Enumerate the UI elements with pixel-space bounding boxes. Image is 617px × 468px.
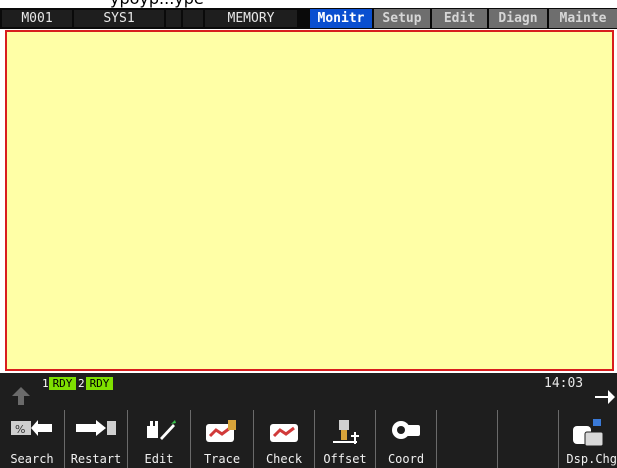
fkey-empty-8[interactable] bbox=[437, 410, 497, 468]
search-arrow-icon: % bbox=[10, 418, 54, 442]
fkey-check-label: Check bbox=[265, 452, 303, 466]
fkey-edit-label: Edit bbox=[144, 452, 174, 466]
tab-maintenance[interactable]: Mainte bbox=[549, 9, 617, 28]
tool-offset-icon bbox=[329, 418, 361, 450]
tab-setup[interactable]: Setup bbox=[374, 9, 430, 28]
ready-2-badge: RDY bbox=[86, 377, 113, 390]
display-change-icon bbox=[571, 418, 605, 452]
trace-tool-icon bbox=[204, 418, 240, 450]
coordinate-icon bbox=[390, 418, 422, 446]
fkey-search[interactable]: % Search bbox=[0, 410, 64, 468]
fkey-empty-9[interactable] bbox=[498, 410, 558, 468]
tab-monitor[interactable]: Monitr bbox=[310, 9, 372, 28]
fkey-trace[interactable]: Trace bbox=[191, 410, 253, 468]
up-arrow-icon[interactable] bbox=[10, 386, 32, 410]
machine-name: M001 bbox=[2, 10, 72, 27]
fkey-restart-label: Restart bbox=[70, 452, 122, 466]
ready-2-number: 2 bbox=[78, 377, 85, 390]
fkey-coord-label: Coord bbox=[387, 452, 425, 466]
top-strip-text: ypоyp...ype bbox=[110, 0, 204, 7]
fkey-offset-label: Offset bbox=[323, 452, 367, 466]
fkey-coord[interactable]: Coord bbox=[376, 410, 436, 468]
fkey-display-change-label: Dsp.Chg bbox=[566, 452, 617, 466]
check-tool-icon bbox=[268, 418, 300, 450]
svg-text:%: % bbox=[15, 423, 25, 436]
operation-mode: MEMORY bbox=[205, 10, 297, 27]
tab-diagnosis[interactable]: Diagn bbox=[489, 9, 547, 28]
fkey-offset[interactable]: Offset bbox=[315, 410, 375, 468]
fkey-display-change[interactable]: Dsp.Chg bbox=[559, 410, 617, 468]
restart-arrow-icon bbox=[74, 418, 118, 442]
top-strip: ypоyp...ype bbox=[0, 0, 617, 8]
system-name: SYS1 bbox=[74, 10, 164, 27]
status-bar: M001 SYS1 MEMORY Monitr Setup Edit Diagn… bbox=[0, 8, 617, 29]
main-display-panel bbox=[5, 30, 614, 371]
status-slot-1 bbox=[166, 10, 181, 27]
ready-1-badge: RDY bbox=[49, 377, 76, 390]
status-slot-2 bbox=[183, 10, 203, 27]
fkey-restart[interactable]: Restart bbox=[65, 410, 127, 468]
fkey-search-label: Search bbox=[10, 452, 54, 466]
right-arrow-icon[interactable] bbox=[594, 388, 616, 410]
hand-edit-icon bbox=[141, 418, 177, 446]
clock: 14:03 bbox=[544, 376, 584, 391]
fkey-trace-label: Trace bbox=[203, 452, 241, 466]
ready-1-number: 1 bbox=[42, 377, 49, 390]
fkey-edit[interactable]: Edit bbox=[128, 410, 190, 468]
fkey-check[interactable]: Check bbox=[254, 410, 314, 468]
tab-edit[interactable]: Edit bbox=[432, 9, 487, 28]
